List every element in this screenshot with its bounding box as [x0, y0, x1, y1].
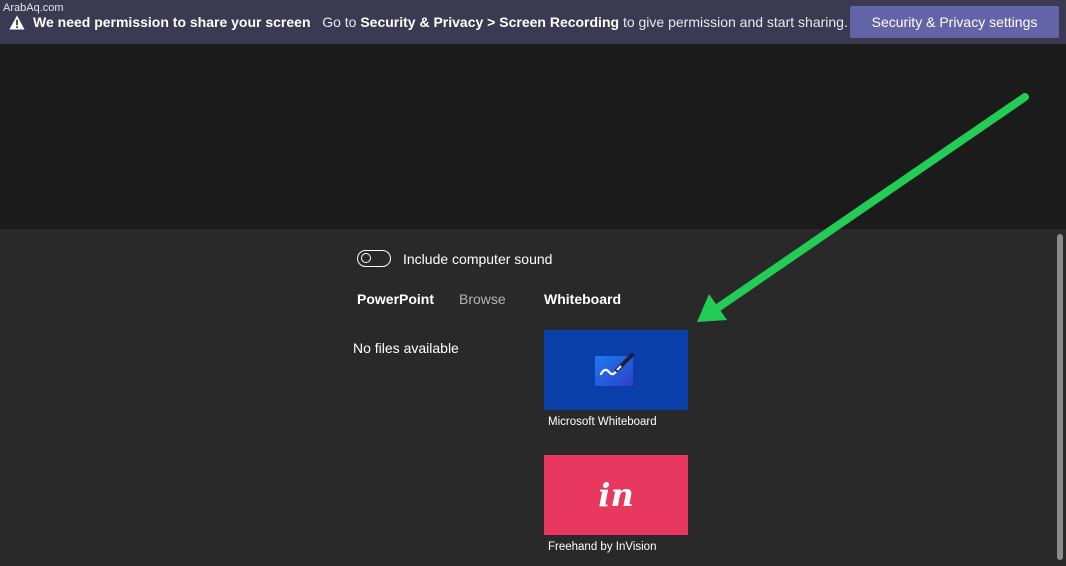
scrollbar-thumb[interactable] — [1057, 234, 1063, 560]
computer-sound-label: Include computer sound — [403, 250, 553, 267]
microsoft-whiteboard-tile[interactable] — [544, 330, 688, 410]
watermark: ArabAq.com — [3, 2, 64, 14]
microsoft-whiteboard-label: Microsoft Whiteboard — [548, 416, 657, 428]
screen-preview-area — [0, 44, 1066, 229]
freehand-invision-tile[interactable]: in — [544, 455, 688, 535]
microsoft-whiteboard-icon — [595, 352, 635, 393]
permission-prefix: Go to — [322, 14, 361, 30]
browse-link[interactable]: Browse — [459, 291, 506, 307]
permission-heading: We need permission to share your screen — [33, 14, 311, 30]
permission-suffix: to give permission and start sharing. — [619, 14, 848, 30]
powerpoint-heading: PowerPoint — [357, 291, 435, 307]
permission-path: Security & Privacy > Screen Recording — [360, 14, 620, 30]
share-content-panel — [0, 229, 1066, 566]
permission-message: We need permission to share your screen … — [33, 14, 848, 30]
computer-sound-toggle[interactable] — [357, 250, 391, 267]
no-files-message: No files available — [353, 340, 459, 356]
computer-sound-row: Include computer sound — [357, 250, 552, 267]
invision-icon: in — [598, 476, 634, 514]
permission-banner: We need permission to share your screen … — [0, 0, 1066, 44]
toggle-knob — [361, 253, 371, 263]
security-privacy-settings-button[interactable]: Security & Privacy settings — [850, 6, 1059, 38]
warning-icon — [9, 14, 25, 30]
freehand-invision-label: Freehand by InVision — [548, 541, 657, 553]
whiteboard-heading: Whiteboard — [544, 291, 621, 307]
